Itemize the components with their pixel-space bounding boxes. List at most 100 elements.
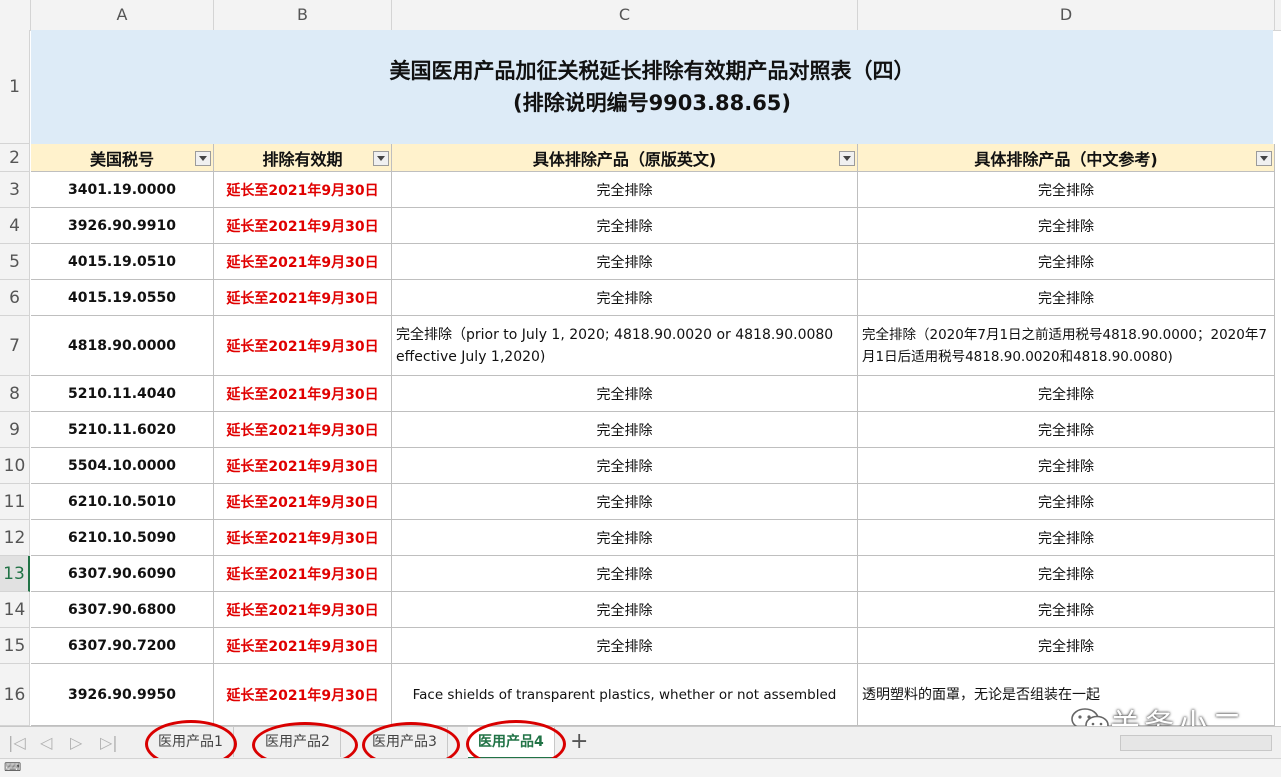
select-all-corner[interactable] xyxy=(0,0,31,30)
header-label-validity: 排除有效期 xyxy=(262,149,343,169)
chinese-cell[interactable]: 完全排除 xyxy=(858,412,1275,448)
english-cell[interactable]: Face shields of transparent plastics, wh… xyxy=(392,664,858,726)
sheet-tab-bar: |◁ ◁ ▷ ▷| 医用产品1 医用产品2 医用产品3 医用产品4 + xyxy=(0,726,1281,759)
row-header[interactable]: 11 xyxy=(0,484,30,520)
sheet-tab-2[interactable]: 医用产品2 xyxy=(255,727,341,757)
english-cell[interactable]: 完全排除 xyxy=(392,592,858,628)
code-cell[interactable]: 6307.90.7200 xyxy=(31,628,214,664)
code-cell[interactable]: 3926.90.9910 xyxy=(31,208,214,244)
english-cell[interactable]: 完全排除 xyxy=(392,448,858,484)
chinese-cell[interactable]: 完全排除（2020年7月1日之前适用税号4818.90.0000；2020年7月… xyxy=(858,316,1275,376)
code-cell[interactable]: 6307.90.6090 xyxy=(31,556,214,592)
code-cell[interactable]: 3401.19.0000 xyxy=(31,172,214,208)
filter-dropdown-icon[interactable] xyxy=(1256,151,1272,166)
row-header[interactable]: 12 xyxy=(0,520,30,556)
row-header[interactable]: 16 xyxy=(0,664,30,726)
table-title: 美国医用产品加征关税延长排除有效期产品对照表（四） xyxy=(389,59,915,83)
column-header-d[interactable]: D xyxy=(858,0,1275,30)
date-cell[interactable]: 延长至2021年9月30日 xyxy=(214,208,392,244)
code-cell[interactable]: 5504.10.0000 xyxy=(31,448,214,484)
row-header[interactable]: 15 xyxy=(0,628,30,664)
chinese-cell[interactable]: 完全排除 xyxy=(858,628,1275,664)
chinese-cell[interactable]: 完全排除 xyxy=(858,208,1275,244)
row-header[interactable]: 1 xyxy=(0,30,30,144)
sheet-tab-3[interactable]: 医用产品3 xyxy=(362,727,448,757)
row-header[interactable]: 14 xyxy=(0,592,30,628)
chinese-cell[interactable]: 完全排除 xyxy=(858,556,1275,592)
filter-dropdown-icon[interactable] xyxy=(839,151,855,166)
header-cell-validity[interactable]: 排除有效期 xyxy=(214,144,392,172)
row-header[interactable]: 2 xyxy=(0,144,30,172)
date-cell[interactable]: 延长至2021年9月30日 xyxy=(214,448,392,484)
row-header[interactable]: 10 xyxy=(0,448,30,484)
code-cell[interactable]: 4818.90.0000 xyxy=(31,316,214,376)
date-cell[interactable]: 延长至2021年9月30日 xyxy=(214,484,392,520)
english-cell[interactable]: 完全排除 xyxy=(392,556,858,592)
english-cell[interactable]: 完全排除 xyxy=(392,172,858,208)
date-cell[interactable]: 延长至2021年9月30日 xyxy=(214,412,392,448)
date-cell[interactable]: 延长至2021年9月30日 xyxy=(214,316,392,376)
date-cell[interactable]: 延长至2021年9月30日 xyxy=(214,556,392,592)
column-header-c[interactable]: C xyxy=(392,0,858,30)
header-cell-chinese[interactable]: 具体排除产品（中文参考) xyxy=(858,144,1275,172)
chinese-cell[interactable]: 完全排除 xyxy=(858,280,1275,316)
code-cell[interactable]: 6210.10.5090 xyxy=(31,520,214,556)
chinese-cell[interactable]: 完全排除 xyxy=(858,376,1275,412)
chinese-cell[interactable]: 完全排除 xyxy=(858,520,1275,556)
chinese-cell[interactable]: 完全排除 xyxy=(858,244,1275,280)
row-header[interactable]: 5 xyxy=(0,244,30,280)
table-subtitle: (排除说明编号9903.88.65) xyxy=(512,91,792,115)
column-header-b[interactable]: B xyxy=(214,0,392,30)
column-header-a[interactable]: A xyxy=(31,0,214,30)
date-cell[interactable]: 延长至2021年9月30日 xyxy=(214,628,392,664)
code-cell[interactable]: 3926.90.9950 xyxy=(31,664,214,726)
english-cell[interactable]: 完全排除 xyxy=(392,208,858,244)
filter-dropdown-icon[interactable] xyxy=(373,151,389,166)
chinese-cell[interactable]: 完全排除 xyxy=(858,592,1275,628)
date-cell[interactable]: 延长至2021年9月30日 xyxy=(214,592,392,628)
code-cell[interactable]: 6210.10.5010 xyxy=(31,484,214,520)
english-cell[interactable]: 完全排除 xyxy=(392,520,858,556)
last-sheet-icon[interactable]: ▷| xyxy=(100,733,118,752)
english-cell[interactable]: 完全排除 xyxy=(392,412,858,448)
horizontal-scrollbar[interactable] xyxy=(1120,735,1272,751)
sheet-tab-1[interactable]: 医用产品1 xyxy=(148,727,234,757)
chinese-cell[interactable]: 完全排除 xyxy=(858,484,1275,520)
code-cell[interactable]: 5210.11.4040 xyxy=(31,376,214,412)
code-cell[interactable]: 4015.19.0510 xyxy=(31,244,214,280)
title-cell[interactable]: 美国医用产品加征关税延长排除有效期产品对照表（四） (排除说明编号9903.88… xyxy=(31,30,1273,145)
code-cell[interactable]: 4015.19.0550 xyxy=(31,280,214,316)
prev-sheet-icon[interactable]: ◁ xyxy=(40,733,52,752)
date-cell[interactable]: 延长至2021年9月30日 xyxy=(214,172,392,208)
code-cell[interactable]: 6307.90.6800 xyxy=(31,592,214,628)
date-cell[interactable]: 延长至2021年9月30日 xyxy=(214,376,392,412)
date-cell[interactable]: 延长至2021年9月30日 xyxy=(214,244,392,280)
add-sheet-icon[interactable]: + xyxy=(570,729,588,754)
row-header[interactable]: 3 xyxy=(0,172,30,208)
header-cell-english[interactable]: 具体排除产品（原版英文) xyxy=(392,144,858,172)
filter-dropdown-icon[interactable] xyxy=(195,151,211,166)
english-cell[interactable]: 完全排除 xyxy=(392,484,858,520)
header-cell-code[interactable]: 美国税号 xyxy=(31,144,214,172)
english-cell[interactable]: 完全排除 xyxy=(392,280,858,316)
row-header[interactable]: 4 xyxy=(0,208,30,244)
row-header[interactable]: 9 xyxy=(0,412,30,448)
date-cell[interactable]: 延长至2021年9月30日 xyxy=(214,520,392,556)
row-header[interactable]: 6 xyxy=(0,280,30,316)
first-sheet-icon[interactable]: |◁ xyxy=(8,733,26,752)
english-cell[interactable]: 完全排除（prior to July 1, 2020; 4818.90.0020… xyxy=(392,316,858,376)
english-cell[interactable]: 完全排除 xyxy=(392,244,858,280)
chinese-cell[interactable]: 完全排除 xyxy=(858,448,1275,484)
next-sheet-icon[interactable]: ▷ xyxy=(70,733,82,752)
sheet-tab-4-active[interactable]: 医用产品4 xyxy=(468,727,555,759)
english-cell[interactable]: 完全排除 xyxy=(392,376,858,412)
date-cell[interactable]: 延长至2021年9月30日 xyxy=(214,280,392,316)
macro-record-icon[interactable]: ⌨ xyxy=(4,760,21,774)
row-header-active[interactable]: 13 xyxy=(0,556,30,592)
row-header[interactable]: 8 xyxy=(0,376,30,412)
chinese-cell[interactable]: 完全排除 xyxy=(858,172,1275,208)
code-cell[interactable]: 5210.11.6020 xyxy=(31,412,214,448)
date-cell[interactable]: 延长至2021年9月30日 xyxy=(214,664,392,726)
row-header[interactable]: 7 xyxy=(0,316,30,376)
english-cell[interactable]: 完全排除 xyxy=(392,628,858,664)
